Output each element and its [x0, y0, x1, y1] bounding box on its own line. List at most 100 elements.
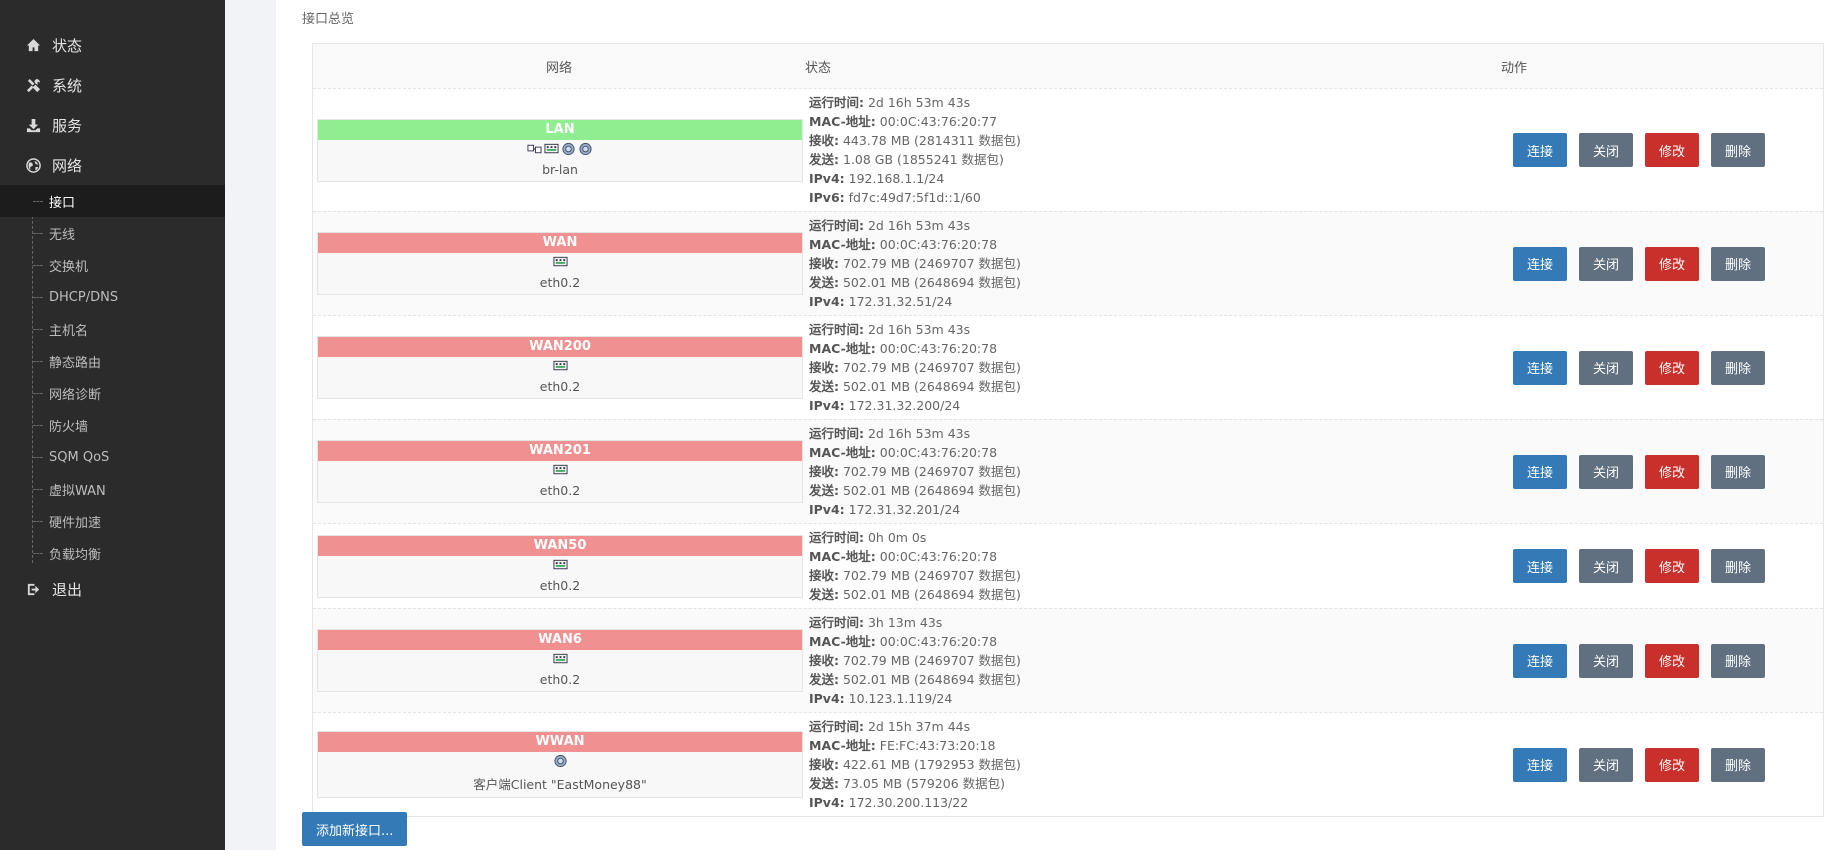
- connect-button[interactable]: 连接: [1513, 747, 1567, 782]
- subnav-item-hw-offload[interactable]: 硬件加速: [0, 505, 225, 537]
- interface-device: br-lan: [542, 161, 578, 177]
- edit-button[interactable]: 修改: [1645, 246, 1699, 281]
- status-value: 172.31.32.200/24: [848, 398, 961, 413]
- interface-icons: [318, 255, 802, 273]
- delete-button[interactable]: 删除: [1711, 643, 1765, 678]
- delete-button[interactable]: 删除: [1711, 246, 1765, 281]
- bridge-icon: [527, 142, 542, 160]
- status-uptime: 运行时间: 3h 13m 43s: [809, 613, 1305, 632]
- status-rx: 接收: 702.79 MB (2469707 数据包): [809, 462, 1305, 481]
- subnav-item-static-routes[interactable]: 静态路由: [0, 345, 225, 377]
- subnav-item-wireless[interactable]: 无线: [0, 217, 225, 249]
- status-value: 2d 15h 37m 44s: [867, 719, 971, 734]
- interface-name: WAN201: [318, 441, 802, 461]
- edit-button[interactable]: 修改: [1645, 454, 1699, 489]
- ethernet-port-icon: [552, 558, 568, 576]
- subnav-item-dhcp-dns[interactable]: DHCP/DNS: [0, 281, 225, 313]
- connect-button[interactable]: 连接: [1513, 643, 1567, 678]
- sidebar-item-services[interactable]: 服务: [0, 105, 225, 145]
- status-uptime: 运行时间: 2d 15h 37m 44s: [809, 717, 1305, 736]
- status-label: MAC-地址:: [809, 341, 876, 356]
- close-button[interactable]: 关闭: [1579, 133, 1633, 167]
- ethernet-port-icon: [544, 142, 559, 160]
- delete-button[interactable]: 删除: [1711, 454, 1765, 489]
- interface-badge: WAN201 eth0.2: [317, 440, 803, 503]
- status-label: IPv4:: [809, 502, 845, 517]
- interface-icons: [318, 359, 802, 377]
- status-value: 502.01 MB (2648694 数据包): [842, 587, 1021, 602]
- status-cell: 运行时间: 0h 0m 0s MAC-地址: 00:0C:43:76:20:78 接…: [805, 524, 1305, 608]
- subnav-item-switch[interactable]: 交换机: [0, 249, 225, 281]
- interface-icons: [318, 463, 802, 481]
- connect-button[interactable]: 连接: [1513, 549, 1567, 583]
- subnav-item-label: 交换机: [49, 259, 89, 275]
- status-tx: 发送: 502.01 MB (2648694 数据包): [809, 481, 1305, 500]
- interface-device: eth0.2: [539, 577, 581, 593]
- interface-badge: WWAN 客户端Client "EastMoney88": [317, 731, 803, 798]
- close-button[interactable]: 关闭: [1579, 747, 1633, 782]
- delete-button[interactable]: 删除: [1711, 350, 1765, 385]
- close-button[interactable]: 关闭: [1579, 643, 1633, 678]
- status-label: MAC-地址:: [809, 237, 876, 252]
- subnav-item-sqm-qos[interactable]: SQM QoS: [0, 441, 225, 473]
- status-label: 运行时间:: [809, 426, 864, 441]
- status-uptime: 运行时间: 2d 16h 53m 43s: [809, 424, 1305, 443]
- header-status: 状态: [805, 60, 832, 76]
- status-value: 172.30.200.113/22: [848, 795, 969, 810]
- status-mac: MAC-地址: 00:0C:43:76:20:78: [809, 443, 1305, 462]
- interface-name: WAN6: [318, 630, 802, 650]
- sidebar-item-network[interactable]: 网络: [0, 145, 225, 185]
- status-mac: MAC-地址: 00:0C:43:76:20:78: [809, 339, 1305, 358]
- edit-button[interactable]: 修改: [1645, 133, 1699, 167]
- edit-button[interactable]: 修改: [1645, 549, 1699, 583]
- network-cell: WAN eth0.2: [313, 232, 805, 295]
- status-value: 422.61 MB (1792953 数据包): [842, 757, 1021, 772]
- add-interface-button[interactable]: 添加新接口...: [302, 812, 408, 846]
- close-button[interactable]: 关闭: [1579, 549, 1633, 583]
- connect-button[interactable]: 连接: [1513, 350, 1567, 385]
- status-value: 00:0C:43:76:20:78: [879, 341, 998, 356]
- subnav-item-virtual-wan[interactable]: 虚拟WAN: [0, 473, 225, 505]
- sidebar-item-logout[interactable]: 退出: [0, 569, 225, 609]
- subnav-item-diagnostics[interactable]: 网络诊断: [0, 377, 225, 409]
- home-icon: [24, 36, 42, 54]
- connect-button[interactable]: 连接: [1513, 246, 1567, 281]
- sidebar-item-status[interactable]: 状态: [0, 25, 225, 65]
- status-label: 接收:: [809, 464, 839, 479]
- connect-button[interactable]: 连接: [1513, 133, 1567, 167]
- delete-button[interactable]: 删除: [1711, 747, 1765, 782]
- close-button[interactable]: 关闭: [1579, 246, 1633, 281]
- interface-name: WWAN: [318, 732, 802, 752]
- sidebar-item-label: 退出: [52, 580, 83, 599]
- status-value: FE:FC:43:73:20:18: [879, 738, 996, 753]
- status-value: 0h 0m 0s: [867, 530, 927, 545]
- edit-button[interactable]: 修改: [1645, 643, 1699, 678]
- network-cell: WAN50 eth0.2: [313, 534, 805, 598]
- interface-name: LAN: [318, 119, 802, 140]
- subnav-item-interfaces[interactable]: 接口: [0, 185, 225, 217]
- status-label: 接收:: [809, 568, 839, 583]
- edit-button[interactable]: 修改: [1645, 350, 1699, 385]
- delete-button[interactable]: 删除: [1711, 549, 1765, 583]
- status-value: 2d 16h 53m 43s: [867, 426, 971, 441]
- subnav-item-label: DHCP/DNS: [49, 289, 119, 305]
- close-button[interactable]: 关闭: [1579, 454, 1633, 489]
- table-row: WAN50 eth0.2 运行时间: 0h 0m 0s MAC-地址: 00:0C…: [313, 523, 1823, 608]
- delete-button[interactable]: 删除: [1711, 133, 1765, 167]
- network-cell: LAN br-lan: [313, 118, 805, 182]
- subnav-item-label: 硬件加速: [49, 515, 102, 531]
- subnav-item-load-balance[interactable]: 负载均衡: [0, 537, 225, 569]
- subnav-item-firewall[interactable]: 防火墙: [0, 409, 225, 441]
- close-button[interactable]: 关闭: [1579, 350, 1633, 385]
- status-label: MAC-地址:: [809, 114, 876, 129]
- status-label: 接收:: [809, 360, 839, 375]
- status-value: 702.79 MB (2469707 数据包): [842, 464, 1021, 479]
- table-row: WAN201 eth0.2 运行时间: 2d 16h 53m 43s MAC-地址…: [313, 419, 1823, 523]
- edit-button[interactable]: 修改: [1645, 747, 1699, 782]
- subnav-item-hostnames[interactable]: 主机名: [0, 313, 225, 345]
- status-label: 发送:: [809, 776, 839, 791]
- interface-device: eth0.2: [539, 672, 581, 687]
- wireless-icon: [553, 754, 568, 772]
- sidebar-item-system[interactable]: 系统: [0, 65, 225, 105]
- connect-button[interactable]: 连接: [1513, 454, 1567, 489]
